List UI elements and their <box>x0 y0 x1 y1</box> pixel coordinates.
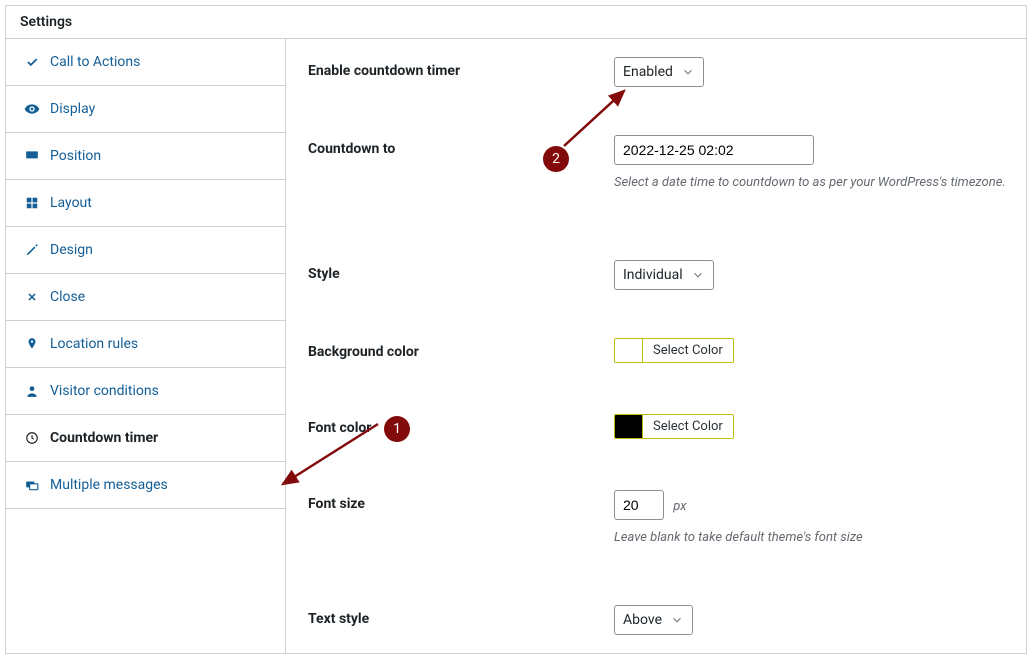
sidebar-item-label: Display <box>50 101 95 117</box>
sidebar-item-label: Close <box>50 289 85 305</box>
sidebar-item-label: Design <box>50 242 93 258</box>
messages-icon <box>24 477 40 493</box>
text-style-label: Text style <box>308 605 614 635</box>
check-icon <box>24 54 40 70</box>
sidebar-item-design[interactable]: Design <box>6 227 285 274</box>
eye-icon <box>24 101 40 117</box>
sidebar-item-label: Countdown timer <box>50 430 158 446</box>
settings-header: Settings <box>6 6 1026 39</box>
sidebar-item-countdown-timer[interactable]: Countdown timer <box>6 415 285 462</box>
bg-color-label: Background color <box>308 338 614 366</box>
sidebar-item-label: Layout <box>50 195 92 211</box>
sidebar-item-label: Location rules <box>50 336 138 352</box>
chevron-down-icon <box>691 268 705 282</box>
annotation-bubble-2: 2 <box>543 146 569 172</box>
font-size-help: Leave blank to take default theme's font… <box>614 530 1008 545</box>
x-icon <box>24 289 40 305</box>
map-icon <box>24 336 40 352</box>
select-color-button[interactable]: Select Color <box>643 415 733 438</box>
sidebar-item-label: Multiple messages <box>50 477 168 493</box>
user-icon <box>24 383 40 399</box>
sidebar-item-layout[interactable]: Layout <box>6 180 285 227</box>
pencil-icon <box>24 242 40 258</box>
rect-icon <box>24 148 40 164</box>
enable-label: Enable countdown timer <box>308 57 614 87</box>
color-swatch-dark <box>615 415 643 438</box>
sidebar-item-position[interactable]: Position <box>6 133 285 180</box>
sidebar-item-visitor-conditions[interactable]: Visitor conditions <box>6 368 285 415</box>
enable-select[interactable]: Enabled <box>614 57 704 87</box>
sidebar-item-close[interactable]: Close <box>6 274 285 321</box>
text-style-select[interactable]: Above <box>614 605 693 635</box>
font-color-picker[interactable]: Select Color <box>614 414 734 439</box>
select-color-button[interactable]: Select Color <box>643 339 733 362</box>
style-label: Style <box>308 260 614 290</box>
font-size-input[interactable] <box>614 490 664 520</box>
font-size-unit: px <box>673 499 686 514</box>
sidebar-item-label: Call to Actions <box>50 54 140 70</box>
settings-sidebar: Call to Actions Display Position Layout … <box>6 39 286 653</box>
chevron-down-icon <box>670 613 684 627</box>
sidebar-item-call-to-actions[interactable]: Call to Actions <box>6 39 285 86</box>
sidebar-item-multiple-messages[interactable]: Multiple messages <box>6 462 285 509</box>
annotation-bubble-1: 1 <box>384 416 410 442</box>
annotation-arrow-2 <box>564 86 864 236</box>
grid-icon <box>24 195 40 211</box>
bg-color-picker[interactable]: Select Color <box>614 338 734 363</box>
sidebar-item-display[interactable]: Display <box>6 86 285 133</box>
color-swatch-light <box>615 339 643 362</box>
clock-icon <box>24 430 40 446</box>
style-select[interactable]: Individual <box>614 260 714 290</box>
sidebar-item-location-rules[interactable]: Location rules <box>6 321 285 368</box>
sidebar-item-label: Position <box>50 148 101 164</box>
sidebar-item-label: Visitor conditions <box>50 383 159 399</box>
annotation-arrow-1 <box>278 424 578 574</box>
chevron-down-icon <box>681 65 695 79</box>
